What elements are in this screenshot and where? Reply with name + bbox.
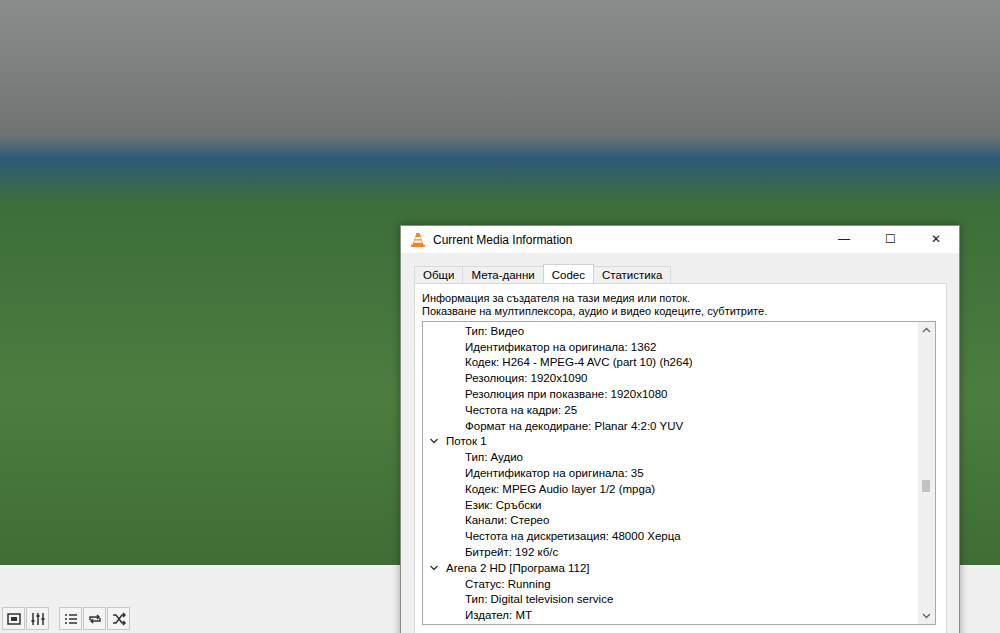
tab-panel: Информация за създателя на тази медия ил… — [414, 283, 947, 633]
scroll-down-icon[interactable] — [918, 607, 935, 624]
tree-row[interactable]: Формат на декодиране: Planar 4:2:0 YUV — [423, 418, 918, 434]
chevron-icon[interactable] — [429, 436, 439, 446]
codec-tree: Тип: ВидеоИдентификатор на оригинала: 13… — [422, 321, 936, 625]
title-bar: Current Media Information —☐✕ — [401, 226, 959, 253]
shuffle-icon — [111, 611, 127, 627]
tab[interactable]: Codec — [543, 264, 594, 283]
tree-row[interactable]: Език: Сръбски — [423, 497, 918, 513]
equalizer-button[interactable] — [26, 607, 49, 630]
description: Информация за създателя на тази медия ил… — [422, 292, 936, 317]
tree-row[interactable]: Тип: Видео — [423, 323, 918, 339]
window-title: Current Media Information — [433, 233, 572, 247]
playlist-button[interactable] — [59, 607, 82, 630]
tree-row[interactable]: Честота на кадри: 25 — [423, 402, 918, 418]
equalizer-icon — [30, 611, 46, 627]
tree-row[interactable]: Статус: Running — [423, 576, 918, 592]
window-control-button[interactable]: ✕ — [913, 226, 959, 253]
tab-bar: ОбщиМета-данниCodecСтатистика — [414, 264, 947, 283]
tree-row[interactable]: Кодек: H264 - MPEG-4 AVC (part 10) (h264… — [423, 355, 918, 371]
tree-row[interactable]: Издател: MT — [423, 607, 918, 623]
vlc-cone-icon — [410, 232, 426, 248]
tab[interactable]: Статистика — [593, 266, 671, 283]
chevron-icon[interactable] — [429, 563, 439, 573]
tree-row[interactable]: Кодек: MPEG Audio layer 1/2 (mpga) — [423, 481, 918, 497]
tree-row[interactable]: Канали: Стерео — [423, 513, 918, 529]
tree-row[interactable]: Поток 1 — [423, 434, 918, 450]
loop-icon — [87, 611, 103, 627]
frame-icon — [6, 611, 22, 627]
window-control-button[interactable]: — — [821, 226, 867, 253]
vlc-player: Current Media Information —☐✕ ОбщиМета-дан… — [0, 0, 1000, 633]
media-info-dialog: Current Media Information —☐✕ ОбщиМета-дан… — [400, 225, 960, 633]
tab[interactable]: Общи — [414, 266, 463, 283]
window-control-button[interactable]: ☐ — [867, 226, 913, 253]
tab[interactable]: Мета-данни — [462, 266, 543, 283]
tree-row[interactable]: Идентификатор на оригинала: 1362 — [423, 339, 918, 355]
scroll-up-icon[interactable] — [918, 322, 935, 339]
scrollbar[interactable] — [918, 322, 935, 624]
tree-row[interactable]: Честота на дискретизация: 48000 Херца — [423, 528, 918, 544]
tree-row[interactable]: Тип: Аудио — [423, 449, 918, 465]
shuffle-button[interactable] — [107, 607, 130, 630]
tree-row[interactable]: Резолюция при показване: 1920x1080 — [423, 386, 918, 402]
tree-row[interactable]: Идентификатор на оригинала: 35 — [423, 465, 918, 481]
playlist-icon — [63, 611, 79, 627]
tree-row[interactable]: Arena 2 HD [Програма 112] — [423, 560, 918, 576]
scroll-thumb[interactable] — [922, 480, 930, 492]
tree-row[interactable]: Резолюция: 1920x1090 — [423, 370, 918, 386]
tree-row[interactable]: Тип: Digital television service — [423, 592, 918, 608]
loop-button[interactable] — [83, 607, 106, 630]
tree-row[interactable]: Битрейт: 192 кб/с — [423, 544, 918, 560]
frame-button[interactable] — [2, 607, 25, 630]
